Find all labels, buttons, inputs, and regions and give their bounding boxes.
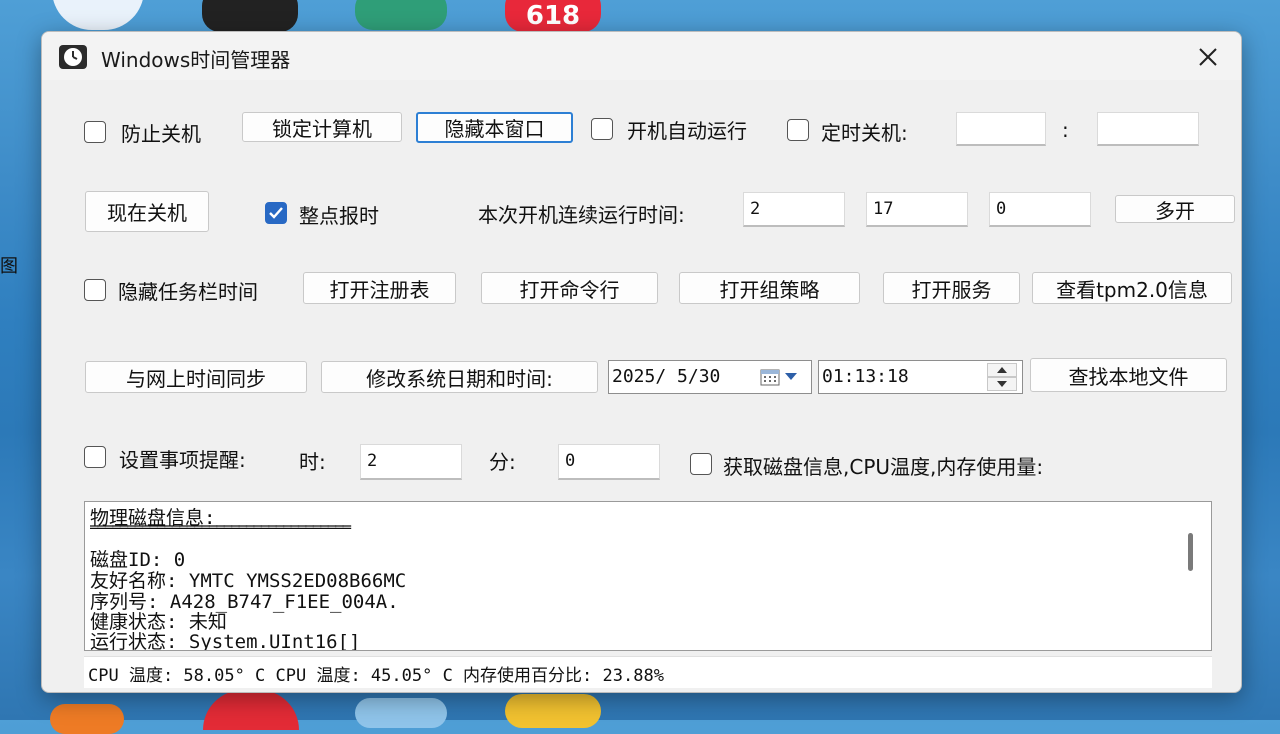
clock-icon: [59, 45, 87, 69]
desktop-app-icon-8[interactable]: [505, 694, 601, 728]
shutdown-hour-input[interactable]: [956, 112, 1046, 146]
reminder-hour-input[interactable]: 2: [360, 444, 462, 480]
set-reminder-checkbox[interactable]: [84, 446, 106, 468]
sync-time-button[interactable]: 与网上时间同步: [85, 361, 307, 393]
hourly-chime-checkbox[interactable]: [265, 202, 287, 224]
open-cmd-button[interactable]: 打开命令行: [481, 272, 658, 304]
autostart-label: 开机自动运行: [627, 119, 747, 143]
open-services-button[interactable]: 打开服务: [883, 272, 1020, 304]
badge-618: 618: [525, 1, 581, 31]
timed-shutdown-checkbox[interactable]: [787, 119, 809, 141]
desktop-app-icon-5[interactable]: [50, 704, 124, 734]
reminder-hour-label: 时:: [299, 450, 326, 474]
multi-open-button[interactable]: 多开: [1115, 195, 1235, 223]
lock-computer-button[interactable]: 锁定计算机: [242, 112, 402, 142]
shutdown-now-button[interactable]: 现在关机: [85, 191, 209, 232]
get-disk-info-label: 获取磁盘信息,CPU温度,内存使用量:: [723, 455, 1044, 479]
open-group-policy-button[interactable]: 打开组策略: [679, 272, 860, 304]
view-tpm-button[interactable]: 查看tpm2.0信息: [1032, 272, 1232, 304]
date-value: 2025/ 5/30: [612, 366, 721, 387]
desktop-app-icon-2[interactable]: [202, 0, 298, 32]
autostart-checkbox[interactable]: [591, 118, 613, 140]
hourly-chime-label: 整点报时: [299, 204, 379, 228]
main-window: Windows时间管理器 防止关机 锁定计算机 隐藏本窗口 开机自动运行 定时关…: [41, 31, 1242, 693]
modify-datetime-button[interactable]: 修改系统日期和时间:: [321, 361, 598, 393]
calendar-icon[interactable]: [760, 368, 780, 386]
hide-taskbar-time-checkbox[interactable]: [84, 279, 106, 301]
time-picker[interactable]: 01:13:18: [818, 360, 1023, 394]
reminder-minute-input[interactable]: 0: [558, 444, 660, 480]
runtime-minutes-field[interactable]: 17: [866, 192, 968, 227]
get-disk-info-checkbox[interactable]: [690, 453, 712, 475]
window-title: Windows时间管理器: [101, 48, 291, 72]
timed-shutdown-label: 定时关机:: [821, 121, 908, 145]
time-colon: :: [1062, 118, 1069, 142]
checkmark-icon: [269, 207, 283, 219]
disk-info-panel[interactable]: 物理磁盘信息: ════════════════════════════════…: [84, 501, 1212, 651]
chevron-down-icon[interactable]: [785, 373, 797, 381]
desktop-app-icon-6[interactable]: [203, 690, 299, 730]
find-local-file-button[interactable]: 查找本地文件: [1030, 358, 1227, 392]
date-picker[interactable]: 2025/ 5/30: [608, 360, 812, 394]
hide-taskbar-time-label: 隐藏任务栏时间: [118, 280, 258, 304]
title-bar[interactable]: Windows时间管理器: [42, 32, 1241, 80]
desktop-app-icon-7[interactable]: [355, 698, 447, 728]
runtime-hours-field[interactable]: 2: [743, 192, 845, 227]
desktop-app-icon-1[interactable]: [52, 0, 144, 30]
open-registry-button[interactable]: 打开注册表: [303, 272, 456, 304]
close-icon[interactable]: [1193, 42, 1223, 72]
time-value: 01:13:18: [822, 366, 909, 387]
desktop-left-edge-text: 图: [0, 256, 18, 277]
prevent-shutdown-checkbox[interactable]: [84, 121, 106, 143]
hide-window-button[interactable]: 隐藏本窗口: [416, 112, 573, 143]
desktop-app-icon-3[interactable]: [355, 0, 447, 30]
runtime-seconds-field[interactable]: 0: [989, 192, 1091, 227]
shutdown-minute-input[interactable]: [1097, 112, 1199, 146]
spinner-icon[interactable]: [987, 363, 1017, 391]
reminder-minute-label: 分:: [489, 450, 516, 474]
runtime-label: 本次开机连续运行时间:: [478, 203, 685, 227]
prevent-shutdown-label: 防止关机: [121, 122, 201, 146]
panel-scrollbar[interactable]: [1188, 533, 1193, 571]
status-bar: CPU 温度: 58.05° C CPU 温度: 45.05° C 内存使用百分…: [84, 656, 1212, 688]
desktop-app-icon-618[interactable]: 618: [505, 0, 601, 32]
set-reminder-label: 设置事项提醒:: [119, 448, 246, 472]
disk-info-line: 运行状态: System.UInt16[]: [90, 631, 361, 651]
disk-info-line: ═══════════════════════════════════: [90, 520, 351, 536]
